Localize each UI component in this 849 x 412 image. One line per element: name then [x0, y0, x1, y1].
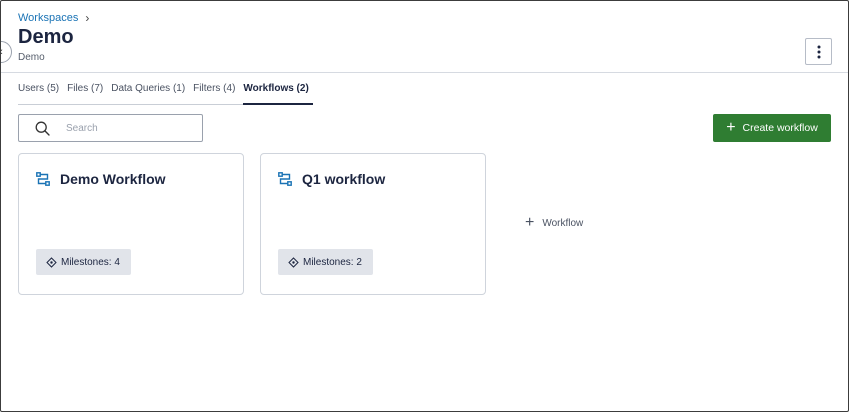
tab-workflows[interactable]: Workflows (2) — [239, 80, 314, 105]
add-workflow-label: Workflow — [542, 217, 584, 229]
create-workflow-button[interactable]: + Create workflow — [713, 114, 831, 142]
plus-icon: + — [726, 119, 736, 136]
tab-filters[interactable]: Filters (4) — [189, 80, 239, 104]
add-workflow-button[interactable]: + Workflow — [525, 215, 583, 231]
search-icon — [35, 121, 50, 136]
workflow-icon — [278, 172, 292, 186]
header-divider — [1, 72, 848, 73]
milestones-badge: Milestones: 2 — [278, 249, 373, 275]
workflow-card-header: Q1 workflow — [278, 171, 385, 187]
search-input[interactable] — [64, 121, 188, 135]
tab-users[interactable]: Users (5) — [18, 80, 63, 104]
page-title: Demo — [18, 26, 74, 48]
more-options-button[interactable] — [805, 38, 832, 65]
tab-files[interactable]: Files (7) — [63, 80, 107, 104]
workflow-title: Demo Workflow — [60, 171, 166, 187]
milestones-badge: Milestones: 4 — [36, 249, 131, 275]
workflow-card[interactable]: Demo Workflow Milestones: 4 — [18, 153, 244, 295]
tab-bar: Users (5) Files (7) Data Queries (1) Fil… — [18, 80, 314, 105]
milestones-label: Milestones: 2 — [303, 256, 362, 268]
chevron-left-icon: ‹ — [1, 46, 3, 58]
breadcrumb: Workspaces › — [18, 11, 89, 25]
milestone-icon — [46, 256, 57, 268]
breadcrumb-workspaces-link[interactable]: Workspaces — [18, 12, 78, 24]
workflow-card-header: Demo Workflow — [36, 171, 166, 187]
workflow-icon — [36, 172, 50, 186]
search-field[interactable] — [18, 114, 203, 142]
tab-data-queries[interactable]: Data Queries (1) — [107, 80, 189, 104]
app-window: ‹ Workspaces › Demo Demo Users (5) Files… — [0, 0, 849, 412]
plus-icon: + — [525, 214, 535, 231]
chevron-right-icon: › — [85, 11, 90, 25]
page-subtitle: Demo — [18, 52, 45, 63]
workflow-title: Q1 workflow — [302, 171, 386, 187]
milestones-label: Milestones: 4 — [61, 256, 120, 268]
milestone-icon — [288, 256, 299, 268]
workflow-card[interactable]: Q1 workflow Milestones: 2 — [260, 153, 486, 295]
create-workflow-label: Create workflow — [742, 122, 818, 134]
kebab-icon — [817, 45, 820, 58]
collapse-sidebar-button[interactable]: ‹ — [1, 41, 12, 63]
